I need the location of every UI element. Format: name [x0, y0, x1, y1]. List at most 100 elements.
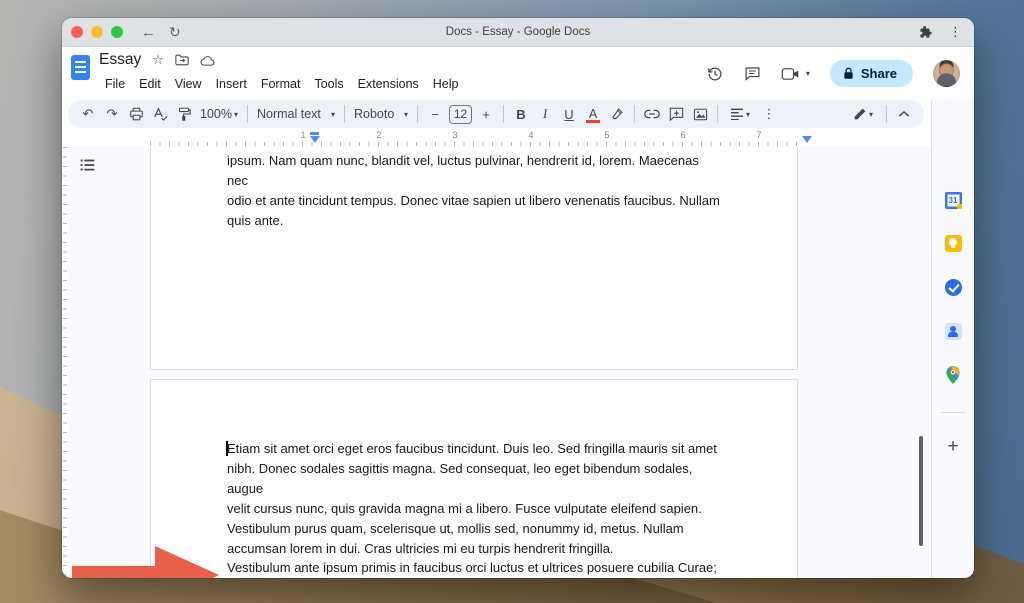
vertical-scrollbar[interactable]: [919, 436, 923, 546]
vertical-ruler: [62, 147, 68, 578]
workspace-side-rail: 31 +: [931, 100, 974, 578]
text-line: velit cursus nunc, quis gravida magna mi…: [227, 499, 723, 519]
docs-toolbar: ↶ ↷ 100% ▾ Normal text ▾: [62, 100, 974, 130]
extensions-icon[interactable]: [919, 25, 933, 39]
insert-image-icon[interactable]: [689, 102, 711, 126]
text-line: quis ante.: [227, 211, 723, 231]
share-button-label: Share: [861, 66, 897, 81]
ruler-number: 4: [528, 130, 533, 140]
text-line: Etiam sit amet orci eget eros faucibus t…: [227, 439, 723, 459]
lock-icon: [843, 67, 854, 80]
align-icon[interactable]: ▾: [724, 102, 756, 126]
menu-edit[interactable]: Edit: [132, 74, 168, 94]
ruler-ticks: [150, 142, 798, 146]
menu-format[interactable]: Format: [254, 74, 308, 94]
spell-check-icon[interactable]: [149, 102, 171, 126]
editing-mode-icon[interactable]: ▾: [846, 102, 880, 126]
google-docs-icon[interactable]: [71, 55, 90, 80]
google-tasks-icon[interactable]: [944, 278, 962, 296]
ruler-number: 5: [604, 130, 609, 140]
menu-view[interactable]: View: [168, 74, 209, 94]
share-button[interactable]: Share: [830, 60, 913, 87]
add-comment-icon[interactable]: [665, 102, 687, 126]
font-select[interactable]: Roboto ▾: [350, 107, 412, 121]
browser-window: ← ↻ Docs - Essay - Google Docs ⋮ Essay ☆: [62, 18, 974, 578]
text-line: Vestibulum ante ipsum primis in faucibus…: [227, 558, 723, 578]
version-history-icon[interactable]: [706, 65, 724, 83]
insert-link-icon[interactable]: [641, 102, 663, 126]
paragraph-1[interactable]: ipsum. Nam quam nunc, blandit vel, luctu…: [227, 151, 723, 231]
redo-icon[interactable]: ↷: [101, 102, 123, 126]
zoom-value: 100%: [200, 107, 232, 121]
text-line: accumsan lorem in dui. Cras ultricies mi…: [227, 539, 723, 559]
ruler-number: 6: [680, 130, 685, 140]
get-add-ons-button[interactable]: +: [947, 436, 958, 458]
move-folder-icon[interactable]: [175, 54, 189, 66]
browser-back-icon[interactable]: ←: [141, 25, 156, 40]
underline-button[interactable]: U: [558, 102, 580, 126]
text-line: ipsum. Nam quam nunc, blandit vel, luctu…: [227, 151, 723, 191]
highlight-color-icon[interactable]: [606, 102, 628, 126]
menu-help[interactable]: Help: [426, 74, 466, 94]
comments-icon[interactable]: [744, 65, 761, 82]
text-color-button[interactable]: A: [582, 102, 604, 126]
video-call-caret-icon[interactable]: ▾: [806, 69, 810, 78]
star-icon[interactable]: ☆: [152, 52, 164, 68]
bold-button[interactable]: B: [510, 102, 532, 126]
menu-bar: File Edit View Insert Format Tools Exten…: [98, 74, 466, 94]
minimize-window-button[interactable]: [91, 26, 103, 38]
video-call-icon[interactable]: ▾: [781, 67, 810, 81]
google-keep-icon[interactable]: [944, 234, 962, 252]
document-canvas[interactable]: ipsum. Nam quam nunc, blandit vel, luctu…: [62, 147, 931, 578]
increase-font-size-button[interactable]: +: [475, 102, 497, 126]
paragraph-2[interactable]: Etiam sit amet orci eget eros faucibus t…: [227, 439, 723, 559]
horizontal-ruler[interactable]: 1 2 3 4 5 6 7: [150, 130, 798, 147]
traffic-lights: [71, 26, 123, 38]
account-avatar[interactable]: [933, 60, 960, 87]
italic-button[interactable]: I: [534, 102, 556, 126]
browser-titlebar: ← ↻ Docs - Essay - Google Docs ⋮: [62, 18, 974, 47]
menu-tools[interactable]: Tools: [307, 74, 350, 94]
calendar-day-label: 31: [948, 196, 959, 205]
paragraph-style-value: Normal text: [257, 107, 321, 121]
align-caret-icon: ▾: [746, 110, 750, 119]
menu-extensions[interactable]: Extensions: [351, 74, 426, 94]
text-line: nibh. Donec sodales sagittis magna. Sed …: [227, 459, 723, 499]
close-window-button[interactable]: [71, 26, 83, 38]
print-icon[interactable]: [125, 102, 147, 126]
menu-file[interactable]: File: [98, 74, 132, 94]
style-caret-icon: ▾: [331, 110, 335, 119]
google-calendar-icon[interactable]: 31: [944, 191, 962, 209]
zoom-window-button[interactable]: [111, 26, 123, 38]
right-indent-marker[interactable]: [802, 136, 812, 143]
text-line: Vestibulum purus quam, scelerisque ut, m…: [227, 519, 723, 539]
ruler-number: 2: [376, 130, 381, 140]
paragraph-3[interactable]: Vestibulum ante ipsum primis in faucibus…: [227, 558, 723, 578]
google-maps-icon[interactable]: [944, 366, 962, 384]
editing-mode-caret-icon: ▾: [869, 110, 873, 119]
left-indent-marker[interactable]: [311, 132, 320, 143]
docs-header: Essay ☆ File Edit View Insert Format Too…: [62, 47, 974, 100]
browser-reload-icon[interactable]: ↻: [169, 25, 181, 39]
google-contacts-icon[interactable]: [944, 322, 962, 340]
side-rail-divider: [941, 412, 965, 413]
undo-icon[interactable]: ↶: [77, 102, 99, 126]
show-outline-icon[interactable]: [76, 154, 98, 176]
paint-format-icon[interactable]: [173, 102, 195, 126]
toolbar-more-icon[interactable]: ⋮: [758, 102, 780, 126]
hide-menus-icon[interactable]: [893, 102, 915, 126]
document-title[interactable]: Essay: [99, 51, 141, 69]
paragraph-style-select[interactable]: Normal text ▾: [253, 107, 339, 121]
text-line: odio et ante tincidunt tempus. Donec vit…: [227, 191, 723, 211]
ruler-number: 1: [300, 130, 305, 140]
ruler-number: 7: [756, 130, 761, 140]
decrease-font-size-button[interactable]: −: [424, 102, 446, 126]
menu-insert[interactable]: Insert: [209, 74, 254, 94]
browser-menu-icon[interactable]: ⋮: [949, 24, 962, 40]
cloud-status-icon[interactable]: [200, 55, 215, 66]
zoom-caret-icon: ▾: [234, 110, 238, 119]
ruler-number: 3: [452, 130, 457, 140]
font-caret-icon: ▾: [404, 110, 408, 119]
zoom-select[interactable]: 100% ▾: [196, 107, 242, 121]
font-size-input[interactable]: 12: [449, 105, 472, 124]
